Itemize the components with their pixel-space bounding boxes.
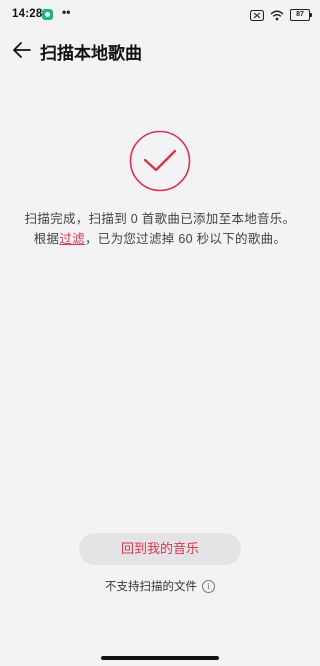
page-title: 扫描本地歌曲: [40, 44, 142, 63]
info-icon: i: [202, 579, 215, 593]
status-time: 14:28: [12, 8, 43, 20]
unsupported-files-link[interactable]: 不支持扫描的文件 i: [0, 578, 320, 594]
more-notifications-indicator: ••: [62, 5, 71, 19]
back-button[interactable]: [10, 38, 34, 62]
app-notification-icon: [42, 9, 53, 20]
scan-result-message: 扫描完成，扫描到 0 首歌曲已添加至本地音乐。: [24, 212, 296, 226]
status-icons: 87: [250, 7, 312, 23]
check-circle-icon: [129, 130, 191, 192]
filter-settings-link[interactable]: 过滤: [59, 232, 85, 246]
filter-info-prefix: 根据: [33, 232, 60, 246]
filter-info-message: 根据过滤，已为您过滤掉 60 秒以下的歌曲。: [0, 228, 320, 247]
home-indicator: [101, 656, 219, 660]
wifi-icon: [270, 10, 284, 20]
back-arrow-icon: [13, 42, 31, 58]
back-to-my-music-button[interactable]: 回到我的音乐: [79, 533, 241, 565]
header: 扫描本地歌曲: [0, 32, 320, 68]
status-bar: 14:28 •• 87: [0, 0, 320, 30]
filter-info-suffix: ，已为您过滤掉 60 秒以下的歌曲。: [84, 232, 287, 246]
sim-off-icon: [250, 9, 264, 21]
unsupported-files-label: 不支持扫描的文件: [105, 581, 197, 593]
battery-icon: 87: [290, 9, 312, 21]
